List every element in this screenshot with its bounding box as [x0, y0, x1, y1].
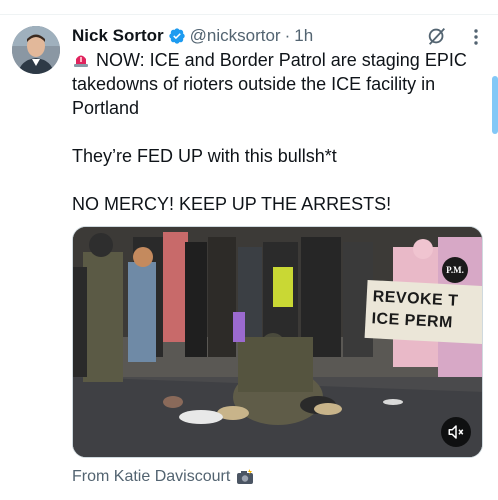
watermark-logo: P.M.	[442, 257, 468, 283]
camera-flash-icon	[236, 469, 254, 485]
tweet-line-1: NOW: ICE and Border Patrol are staging E…	[72, 50, 467, 118]
media-credit-text: From Katie Daviscourt	[72, 468, 231, 485]
siren-icon	[72, 50, 90, 68]
top-area	[0, 0, 498, 15]
author-handle[interactable]: @nicksortor	[190, 26, 281, 46]
avatar[interactable]	[12, 26, 60, 74]
mute-button[interactable]	[441, 417, 471, 447]
tweet-video[interactable]: P.M. REVOKE T ICE PERM	[72, 226, 483, 458]
sign-line-2: ICE PERM	[371, 310, 454, 332]
author-name[interactable]: Nick Sortor	[72, 26, 164, 46]
tweet-time[interactable]: 1h	[294, 26, 313, 46]
tweet-line-3: NO MERCY! KEEP UP THE ARRESTS!	[72, 194, 392, 214]
verified-badge-icon	[168, 27, 186, 45]
more-options-icon[interactable]	[468, 28, 484, 46]
tweet-header: Nick Sortor @nicksortor · 1h	[72, 24, 313, 48]
grok-icon[interactable]	[426, 25, 448, 47]
tweet-text: NOW: ICE and Border Patrol are staging E…	[72, 48, 482, 216]
divider	[0, 14, 498, 15]
scrollbar[interactable]	[492, 76, 498, 134]
media-credit[interactable]: From Katie Daviscourt	[72, 468, 254, 486]
protest-sign: REVOKE T ICE PERM	[364, 279, 482, 345]
speaker-muted-icon	[448, 425, 464, 439]
tweet-line-2: They’re FED UP with this bullsh*t	[72, 146, 337, 166]
separator-dot: ·	[284, 26, 291, 45]
video-frame	[73, 227, 482, 457]
tweet-paragraph-1: NOW: ICE and Border Patrol are staging E…	[72, 48, 482, 120]
